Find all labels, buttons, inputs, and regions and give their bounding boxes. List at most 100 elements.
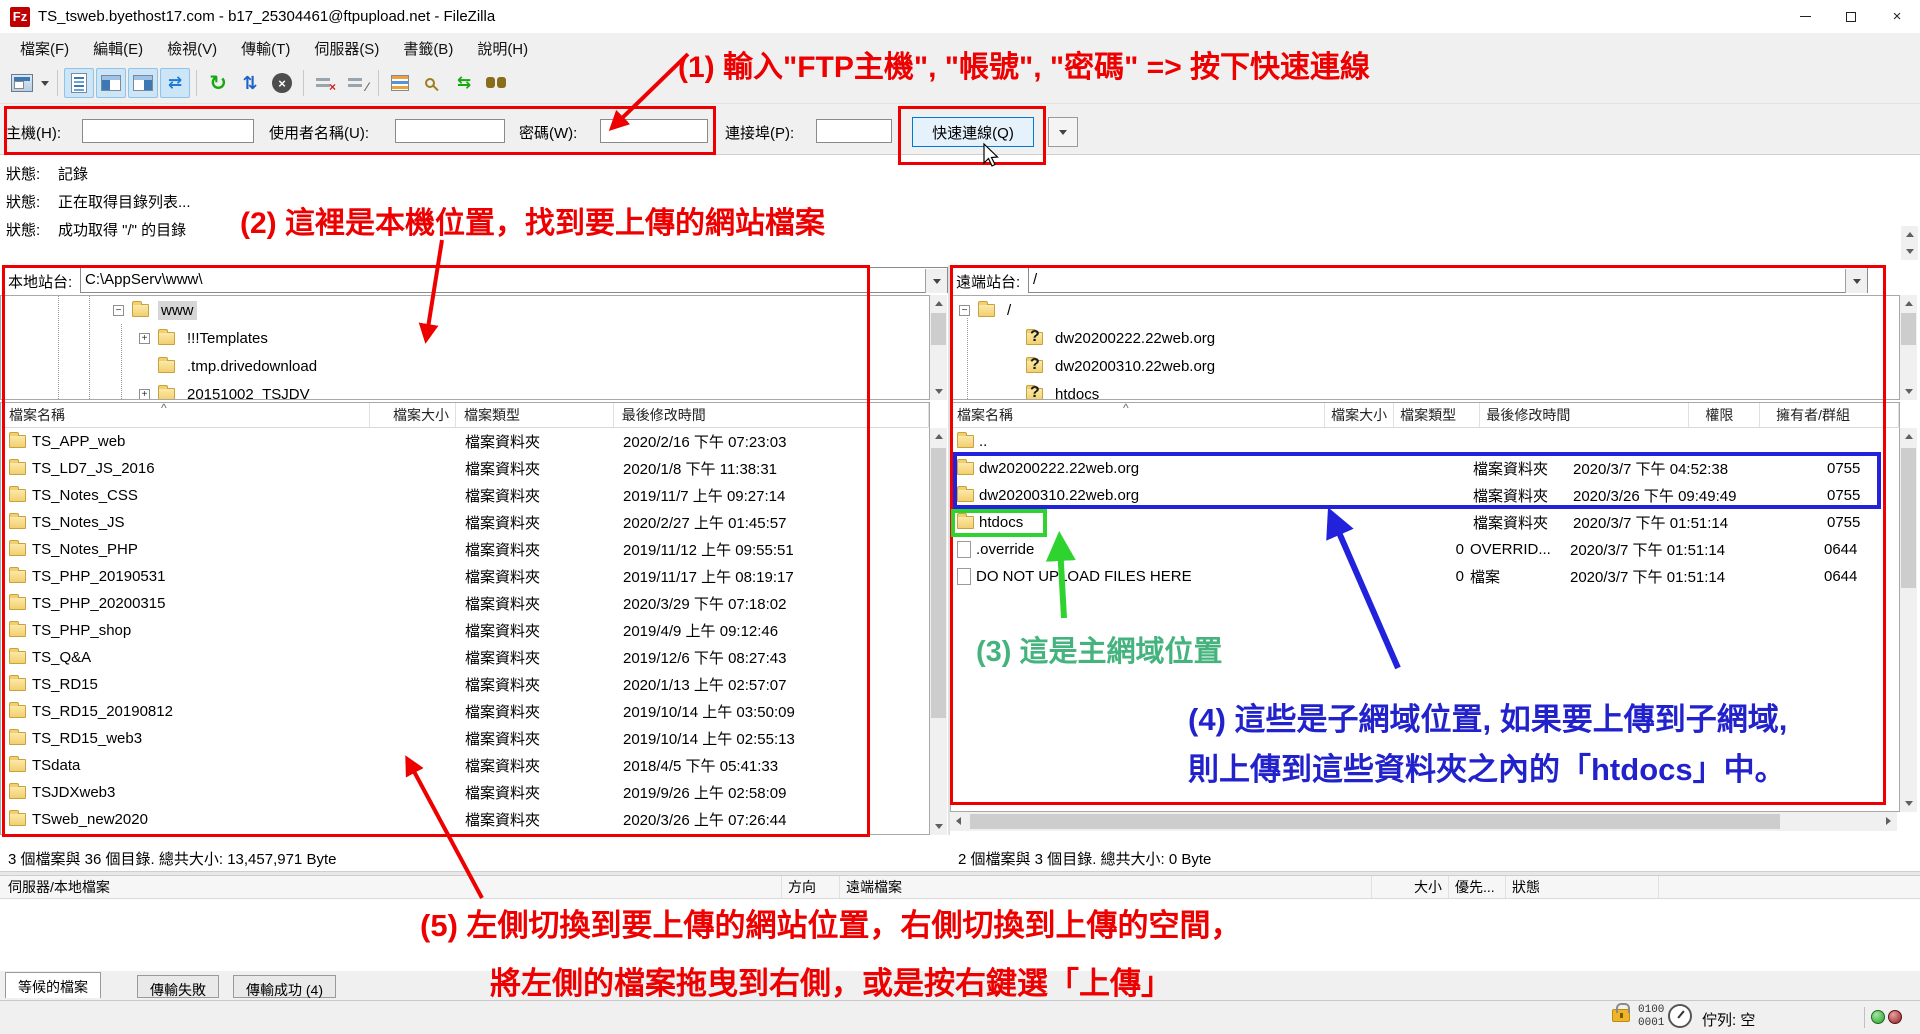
queue-col-header[interactable]: 遠端檔案: [840, 876, 1372, 898]
remote-col-header[interactable]: 最後修改時間: [1480, 403, 1689, 427]
message-log-toggle[interactable]: [64, 68, 94, 98]
local-col-header[interactable]: 最後修改時間: [614, 403, 929, 427]
local-tree-item[interactable]: +20151002_TSJDV: [1, 380, 929, 400]
remote-col-header[interactable]: 擁有者/群組: [1760, 403, 1899, 427]
site-manager-icon[interactable]: [7, 68, 37, 98]
local-path-dropdown[interactable]: [925, 269, 947, 293]
local-file-row[interactable]: TS_LD7_JS_2016檔案資料夾2020/1/8 下午 11:38:31: [1, 455, 929, 482]
quickconnect-dropdown[interactable]: [1048, 117, 1078, 147]
quickconnect-button[interactable]: 快速連線(Q): [912, 117, 1034, 147]
file-type-cell: 檔案資料夾: [457, 593, 615, 614]
menu-item-2[interactable]: 檢視(V): [155, 34, 229, 63]
remote-horizontal-scrollbar[interactable]: [950, 812, 1897, 831]
refresh-icon[interactable]: ↻: [203, 68, 233, 98]
sync-browsing-icon[interactable]: ⇆: [449, 68, 479, 98]
remote-tree-scrollbar[interactable]: [1900, 295, 1917, 400]
transfer-queue-toggle[interactable]: ⇄: [160, 68, 190, 98]
queue-col-header[interactable]: 優先...: [1449, 876, 1506, 898]
remote-tree-toggle[interactable]: [128, 68, 158, 98]
remote-col-header[interactable]: 檔案類型: [1394, 403, 1480, 427]
cancel-icon[interactable]: ×: [267, 68, 297, 98]
remote-tree-item[interactable]: dw20200222.22web.org: [951, 324, 1899, 352]
local-file-row[interactable]: TS_RD15_web3檔案資料夾2019/10/14 上午 02:55:13: [1, 725, 929, 752]
queue-col-header[interactable]: 方向: [782, 876, 840, 898]
local-list-scrollbar[interactable]: [930, 428, 947, 835]
close-button[interactable]: ×: [1874, 0, 1920, 33]
local-tree-item[interactable]: −www: [1, 296, 929, 324]
user-input[interactable]: [395, 119, 505, 143]
remote-path-dropdown[interactable]: [1845, 269, 1867, 293]
local-file-row[interactable]: TSJDXweb3檔案資料夾2019/9/26 上午 02:58:09: [1, 779, 929, 806]
queue-col-header[interactable]: 伺服器/本地檔案: [0, 876, 782, 898]
menu-item-5[interactable]: 書籤(B): [391, 34, 465, 63]
collapse-icon[interactable]: −: [959, 305, 970, 316]
local-file-row[interactable]: TS_RD15檔案資料夾2020/1/13 上午 02:57:07: [1, 671, 929, 698]
local-file-row[interactable]: TS_APP_web檔案資料夾2020/2/16 下午 07:23:03: [1, 428, 929, 455]
queue-col-header[interactable]: 大小: [1372, 876, 1449, 898]
local-col-header[interactable]: 檔案大小: [370, 403, 456, 427]
remote-tree-item[interactable]: −/: [951, 296, 1899, 324]
local-tree-scrollbar[interactable]: [930, 295, 947, 400]
remote-file-row[interactable]: DO NOT UPLOAD FILES HERE0檔案2020/3/7 下午 0…: [951, 563, 1899, 590]
menu-item-4[interactable]: 伺服器(S): [302, 34, 391, 63]
local-file-row[interactable]: TS_Notes_JS檔案資料夾2020/2/27 上午 01:45:57: [1, 509, 929, 536]
queue-col-header[interactable]: 狀態: [1506, 876, 1659, 898]
remote-list-scrollbar[interactable]: [1900, 428, 1917, 812]
remote-file-row[interactable]: htdocs檔案資料夾2020/3/7 下午 01:51:1407552: [951, 509, 1899, 536]
host-input[interactable]: [82, 119, 254, 143]
expand-icon[interactable]: +: [139, 389, 150, 400]
reconnect-icon[interactable]: ⁄: [342, 68, 372, 98]
tree-item-label: dw20200222.22web.org: [1052, 329, 1218, 348]
file-name-cell: TSweb_new2020: [32, 811, 371, 828]
pass-label: 密碼(W):: [519, 122, 577, 143]
local-file-row[interactable]: TSdata檔案資料夾2018/4/5 下午 05:41:33: [1, 752, 929, 779]
site-manager-caret[interactable]: [38, 68, 52, 98]
remote-file-row[interactable]: dw20200310.22web.org檔案資料夾2020/3/26 下午 09…: [951, 482, 1899, 509]
directory-compare-icon[interactable]: [385, 68, 415, 98]
binoculars-icon[interactable]: [481, 68, 511, 98]
file-icon: [957, 568, 971, 585]
remote-file-row[interactable]: .override0OVERRID...2020/3/7 下午 01:51:14…: [951, 536, 1899, 563]
remote-col-header[interactable]: 檔案名稱^: [951, 403, 1325, 427]
local-file-row[interactable]: TSweb_new2020檔案資料夾2020/3/26 上午 07:26:44: [1, 806, 929, 833]
local-col-header[interactable]: 檔案名稱^: [1, 403, 370, 427]
collapse-icon[interactable]: −: [113, 305, 124, 316]
local-col-header[interactable]: 檔案類型: [456, 403, 614, 427]
port-input[interactable]: [816, 119, 892, 143]
local-file-row[interactable]: TS_Q&A檔案資料夾2019/12/6 下午 08:27:43: [1, 644, 929, 671]
remote-path-input[interactable]: /: [1028, 267, 1868, 293]
local-path-input[interactable]: C:\AppServ\www\: [80, 267, 948, 293]
local-tree-toggle[interactable]: [96, 68, 126, 98]
disconnect-icon[interactable]: ×: [310, 68, 340, 98]
menu-item-3[interactable]: 傳輸(T): [229, 34, 302, 63]
process-queue-icon[interactable]: ⇅: [235, 68, 265, 98]
menu-item-6[interactable]: 說明(H): [465, 34, 540, 63]
remote-tree-item[interactable]: htdocs: [951, 380, 1899, 400]
queue-tab-1[interactable]: 傳輸失敗: [137, 975, 219, 998]
log-scroll-down[interactable]: [1901, 243, 1918, 260]
remote-file-row[interactable]: ..: [951, 428, 1899, 455]
local-file-row[interactable]: TS_RD15_20190812檔案資料夾2019/10/14 上午 03:50…: [1, 698, 929, 725]
remote-tree-item[interactable]: dw20200310.22web.org: [951, 352, 1899, 380]
local-file-row[interactable]: TS_PHP_20190531檔案資料夾2019/11/17 上午 08:19:…: [1, 563, 929, 590]
remote-col-header[interactable]: 檔案大小: [1325, 403, 1394, 427]
local-file-row[interactable]: TS_Notes_CSS檔案資料夾2019/11/7 上午 09:27:14: [1, 482, 929, 509]
queue-tab-2[interactable]: 傳輸成功 (4): [233, 975, 336, 998]
local-file-row[interactable]: TS_PHP_20200315檔案資料夾2020/3/29 下午 07:18:0…: [1, 590, 929, 617]
local-file-row[interactable]: TS_Notes_PHP檔案資料夾2019/11/12 上午 09:55:51: [1, 536, 929, 563]
menu-item-1[interactable]: 編輯(E): [81, 34, 155, 63]
menu-item-0[interactable]: 檔案(F): [8, 34, 81, 63]
local-file-row[interactable]: TS_PHP_shop檔案資料夾2019/4/9 上午 09:12:46: [1, 617, 929, 644]
local-tree-item[interactable]: .tmp.drivedownload: [1, 352, 929, 380]
maximize-button[interactable]: [1828, 0, 1874, 33]
remote-file-row[interactable]: dw20200222.22web.org檔案資料夾2020/3/7 下午 04:…: [951, 455, 1899, 482]
local-tree-item[interactable]: +!!!Templates: [1, 324, 929, 352]
pass-input[interactable]: [600, 119, 708, 143]
expand-icon[interactable]: +: [139, 333, 150, 344]
remote-col-header[interactable]: 權限: [1689, 403, 1760, 427]
find-files-icon[interactable]: [417, 68, 447, 98]
queue-tab-0[interactable]: 等候的檔案: [5, 972, 101, 998]
message-log: 狀態:記錄狀態:正在取得目錄列表...狀態:成功取得 "/" 的目錄: [0, 155, 1920, 265]
minimize-button[interactable]: [1782, 0, 1828, 33]
log-scroll-up[interactable]: [1901, 226, 1918, 243]
